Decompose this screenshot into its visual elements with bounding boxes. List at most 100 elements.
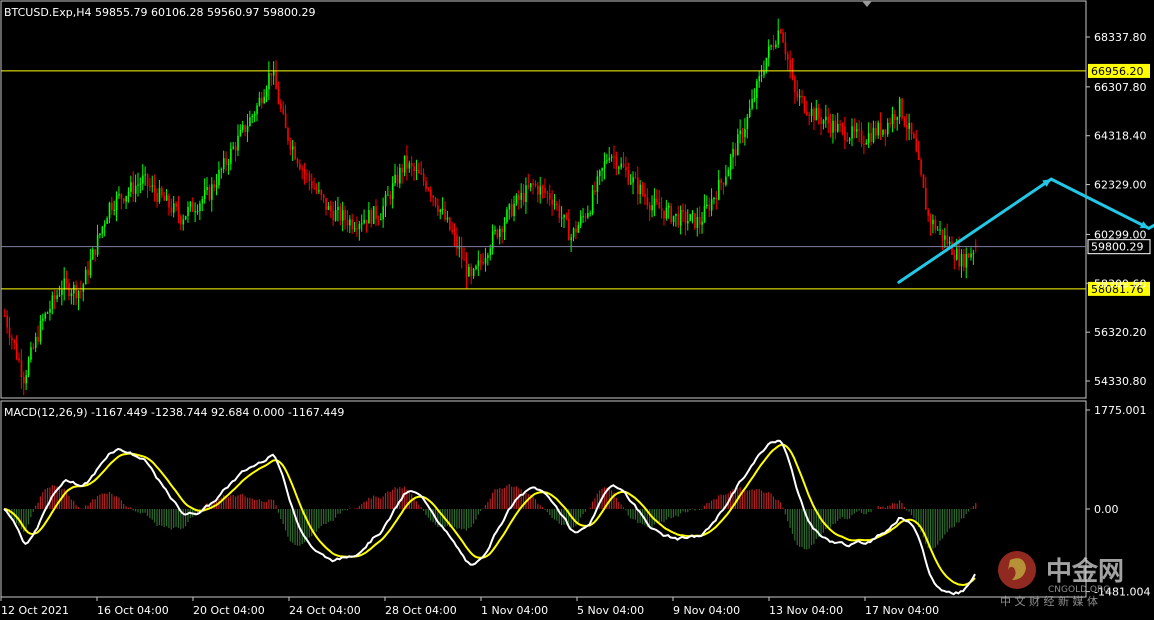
price-candle	[142, 175, 144, 184]
price-candle	[222, 158, 225, 170]
price-candle	[434, 197, 437, 206]
price-candle	[713, 197, 715, 200]
price-candle	[715, 197, 718, 200]
price-candle	[287, 128, 289, 141]
price-candle	[637, 177, 639, 195]
price-candle	[915, 138, 918, 152]
price-candle	[936, 229, 939, 231]
price-candle	[844, 126, 846, 141]
price-candle	[184, 216, 187, 220]
price-candle	[796, 91, 799, 98]
price-candle	[822, 120, 825, 124]
price-candle	[601, 168, 603, 171]
price-candle	[803, 97, 806, 112]
price-candle	[401, 167, 404, 173]
price-candle	[472, 268, 475, 277]
price-candle	[665, 207, 668, 219]
price-axis-label: 64318.40	[1094, 130, 1147, 143]
price-candle	[606, 160, 608, 162]
price-candle	[432, 195, 434, 198]
price-candle	[410, 163, 413, 167]
price-candle	[261, 97, 263, 104]
price-candle	[794, 77, 796, 92]
price-candle	[787, 53, 789, 60]
price-candle	[39, 320, 42, 342]
price-candle	[187, 206, 189, 217]
price-candle	[741, 130, 744, 137]
price-candle	[651, 205, 653, 211]
price-candle	[437, 205, 439, 212]
price-candle	[629, 182, 632, 184]
price-candle	[394, 174, 396, 184]
price-candle	[268, 73, 270, 90]
price-candle	[889, 122, 891, 125]
price-candle	[739, 130, 742, 135]
price-candle	[61, 289, 63, 295]
price-candle	[613, 156, 615, 158]
price-candle	[391, 183, 394, 200]
price-candle	[668, 205, 670, 208]
price-candle	[610, 156, 613, 158]
price-candle	[249, 117, 251, 127]
price-candle	[672, 215, 675, 223]
price-axis-label: 58309.60	[1094, 277, 1147, 290]
price-candle	[418, 169, 420, 174]
price-candle	[853, 126, 856, 132]
price-candle	[901, 98, 903, 119]
price-candle	[896, 117, 899, 120]
price-candle	[718, 179, 720, 200]
price-candle	[8, 327, 11, 339]
price-candle	[837, 124, 839, 132]
price-candle	[522, 193, 525, 203]
price-candle	[275, 71, 277, 90]
price-candle	[922, 174, 925, 188]
price-candle	[68, 282, 70, 296]
price-candle	[87, 269, 89, 276]
price-candle	[839, 124, 841, 126]
price-candle	[34, 336, 37, 348]
price-candle	[877, 122, 880, 136]
price-candle	[253, 114, 256, 116]
price-candle	[596, 176, 599, 192]
price-candle	[501, 228, 504, 232]
price-candle	[760, 75, 763, 77]
price-candle	[591, 190, 594, 214]
price-candle	[280, 103, 282, 109]
price-candle	[196, 210, 199, 212]
trading-chart[interactable]: 66956.2059800.2958081.76 68337.8066307.8…	[0, 0, 1154, 620]
price-candle	[558, 205, 561, 218]
price-candle	[570, 237, 573, 241]
price-candle	[765, 57, 768, 72]
price-candle	[127, 191, 130, 197]
price-candle	[927, 209, 930, 216]
price-candle	[518, 195, 520, 200]
price-candle	[451, 229, 454, 233]
price-candle	[527, 185, 530, 188]
price-candle	[408, 163, 411, 169]
price-candle	[720, 179, 722, 183]
price-candle	[320, 190, 323, 195]
price-candle	[334, 210, 337, 221]
price-candle	[265, 89, 268, 97]
price-candle	[168, 195, 170, 208]
price-candle	[208, 187, 211, 200]
price-candle	[23, 376, 25, 384]
price-candle	[365, 219, 368, 224]
price-candle	[506, 209, 508, 223]
price-candle	[798, 95, 801, 98]
price-candle	[458, 247, 461, 249]
price-candle	[553, 204, 556, 206]
price-candle	[872, 127, 875, 142]
price-candle	[603, 161, 606, 169]
price-candle	[170, 207, 173, 213]
price-candle	[813, 108, 815, 121]
price-candle	[956, 248, 958, 260]
price-candle	[339, 206, 342, 221]
price-candle	[277, 89, 280, 104]
price-candle	[49, 308, 51, 313]
price-candle	[153, 185, 156, 193]
price-candle	[6, 315, 8, 328]
price-candle	[691, 213, 694, 215]
price-candle	[306, 173, 308, 175]
price-candle	[751, 98, 753, 109]
